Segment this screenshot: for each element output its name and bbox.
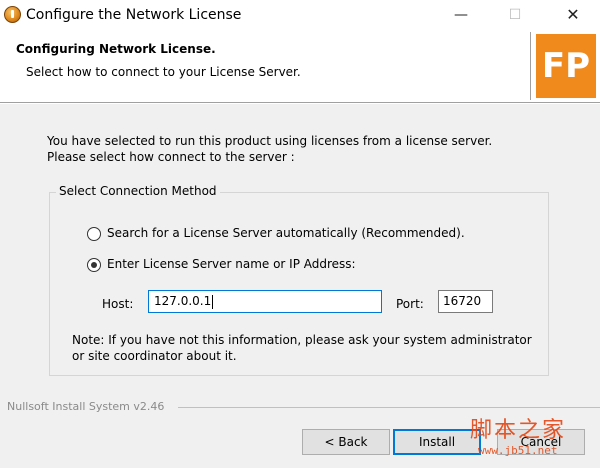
port-value: 16720 <box>443 294 482 308</box>
window-title: Configure the Network License <box>26 7 242 23</box>
intro-text: You have selected to run this product us… <box>47 133 492 165</box>
radio-manual-entry-label[interactable]: Enter License Server name or IP Address: <box>107 257 356 271</box>
back-button[interactable]: < Back <box>302 429 390 455</box>
fp-logo-icon: FP <box>536 34 596 98</box>
note-text: Note: If you have not this information, … <box>72 333 532 363</box>
title-bar: Configure the Network License — ☐ ✕ <box>0 0 600 30</box>
host-value: 127.0.0.1 <box>154 294 212 308</box>
watermark-text: 脚本之家 <box>470 418 567 443</box>
minimize-button[interactable]: — <box>438 0 484 30</box>
installer-icon <box>4 6 21 23</box>
branding-text: Nullsoft Install System v2.46 <box>7 400 169 413</box>
text-caret <box>212 294 214 309</box>
port-label: Port: <box>396 297 424 311</box>
branding-rule <box>178 407 600 408</box>
intro-line-1: You have selected to run this product us… <box>47 134 493 148</box>
install-button[interactable]: Install <box>393 429 481 455</box>
radio-auto-search[interactable] <box>87 227 101 241</box>
intro-line-2: Please select how connect to the server … <box>47 150 295 164</box>
site-watermark: 脚本之家 www.jb51.net <box>470 412 598 468</box>
maximize-button: ☐ <box>508 7 522 23</box>
host-label: Host: <box>102 297 134 311</box>
host-input[interactable]: 127.0.0.1 <box>148 290 382 313</box>
port-input[interactable]: 16720 <box>438 290 493 313</box>
close-button[interactable]: ✕ <box>550 0 596 30</box>
radio-manual-entry[interactable] <box>87 258 101 272</box>
wizard-header: Configuring Network License. Select how … <box>0 30 600 102</box>
header-divider <box>530 32 531 100</box>
group-label: Select Connection Method <box>56 184 220 198</box>
connection-method-group: Select Connection Method Search for a Li… <box>49 184 549 376</box>
watermark-url: www.jb51.net <box>478 444 558 457</box>
header-subtitle: Select how to connect to your License Se… <box>26 65 301 79</box>
radio-auto-search-label[interactable]: Search for a License Server automaticall… <box>107 226 465 240</box>
logo-text: FP <box>541 46 591 86</box>
header-title: Configuring Network License. <box>16 42 216 56</box>
